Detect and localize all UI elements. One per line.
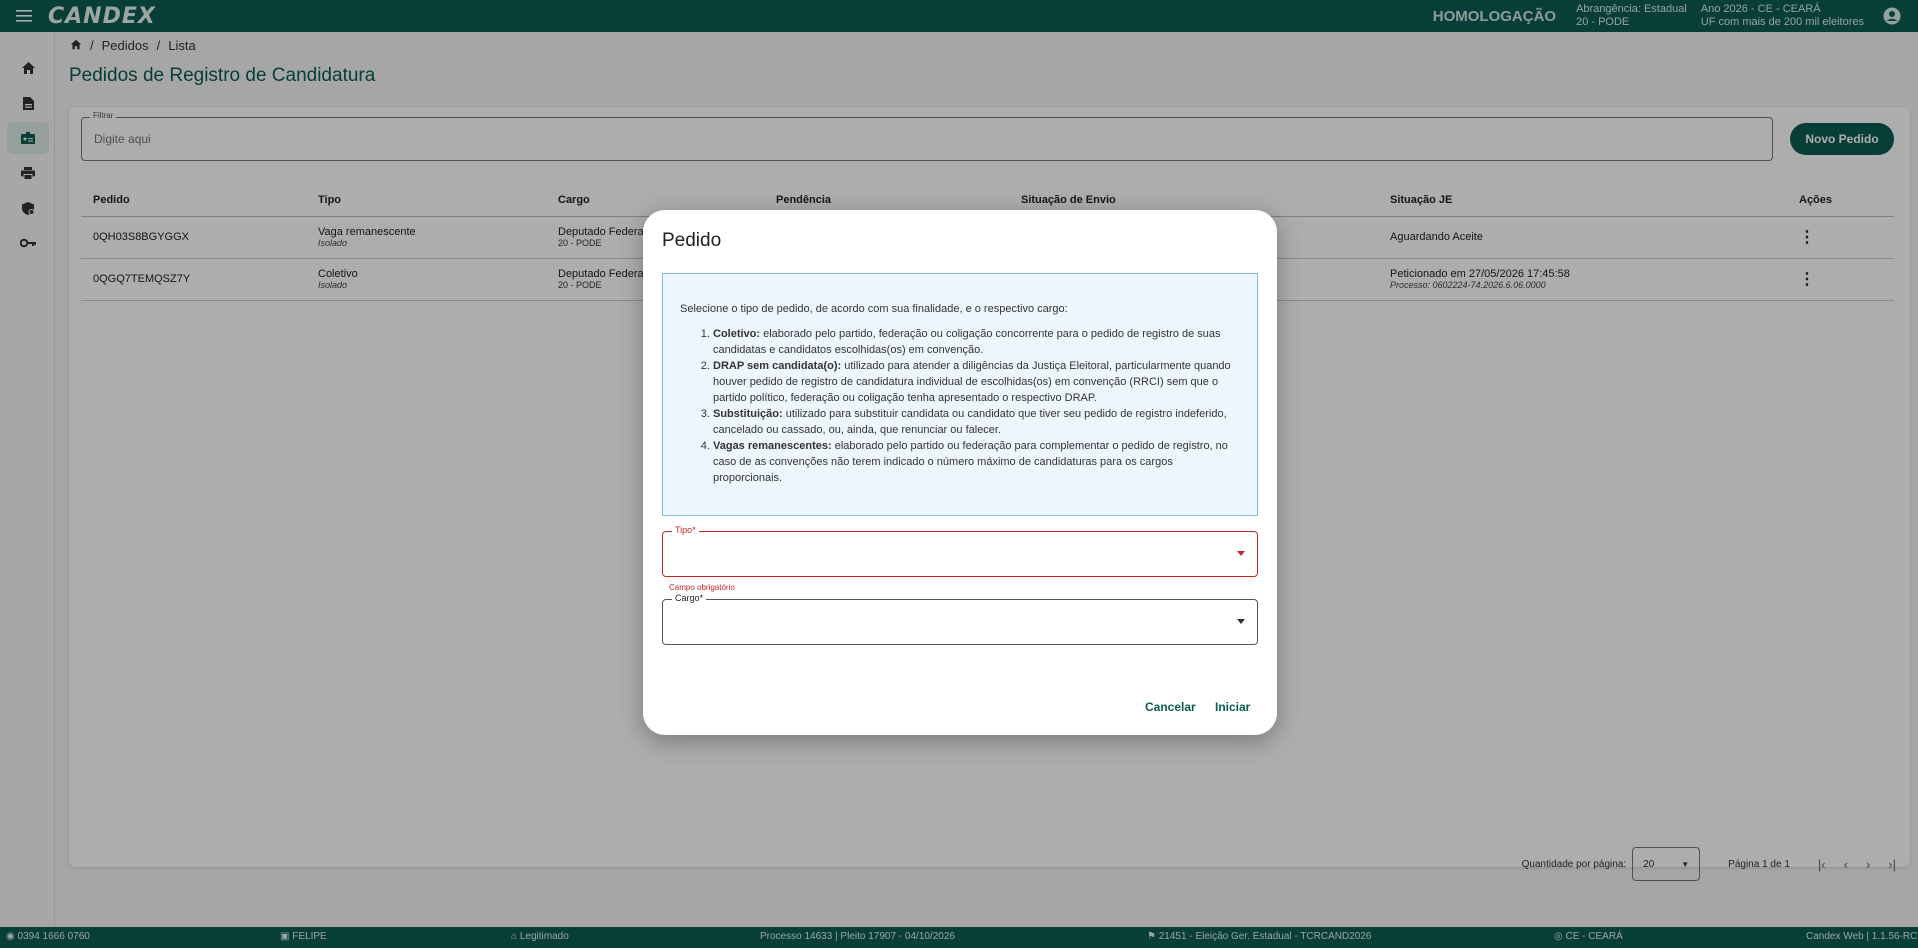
- tipo-error: Campo obrigatório: [669, 583, 735, 592]
- tipo-select[interactable]: Tipo*: [662, 525, 1258, 577]
- request-dialog: Pedido Selecione o tipo de pedido, de ac…: [643, 210, 1277, 735]
- help-list: Coletivo: elaborado pelo partido, federa…: [680, 326, 1241, 486]
- help-box: Selecione o tipo de pedido, de acordo co…: [662, 273, 1258, 516]
- dropdown-arrow-icon: [1237, 619, 1245, 624]
- item-term: Substituição:: [713, 408, 783, 420]
- item-term: DRAP sem candidata(o):: [713, 360, 842, 372]
- start-button[interactable]: Iniciar: [1215, 700, 1250, 714]
- tipo-label: Tipo*: [672, 525, 699, 535]
- dialog-title: Pedido: [662, 230, 722, 251]
- item-text: elaborado pelo partido, federação ou col…: [713, 328, 1221, 356]
- list-item: Substituição: utilizado para substituir …: [713, 406, 1241, 438]
- cargo-select[interactable]: Cargo*: [662, 593, 1258, 645]
- list-item: Vagas remanescentes: elaborado pelo part…: [713, 438, 1241, 486]
- item-text: utilizado para substituir candidata ou c…: [713, 408, 1227, 436]
- cancel-button[interactable]: Cancelar: [1145, 700, 1196, 714]
- help-intro: Selecione o tipo de pedido, de acordo co…: [680, 303, 1068, 315]
- list-item: Coletivo: elaborado pelo partido, federa…: [713, 326, 1241, 358]
- cargo-label: Cargo*: [672, 593, 707, 603]
- item-term: Coletivo:: [713, 328, 761, 340]
- item-term: Vagas remanescentes:: [713, 440, 832, 452]
- dropdown-arrow-icon: [1237, 551, 1245, 556]
- list-item: DRAP sem candidata(o): utilizado para at…: [713, 358, 1241, 406]
